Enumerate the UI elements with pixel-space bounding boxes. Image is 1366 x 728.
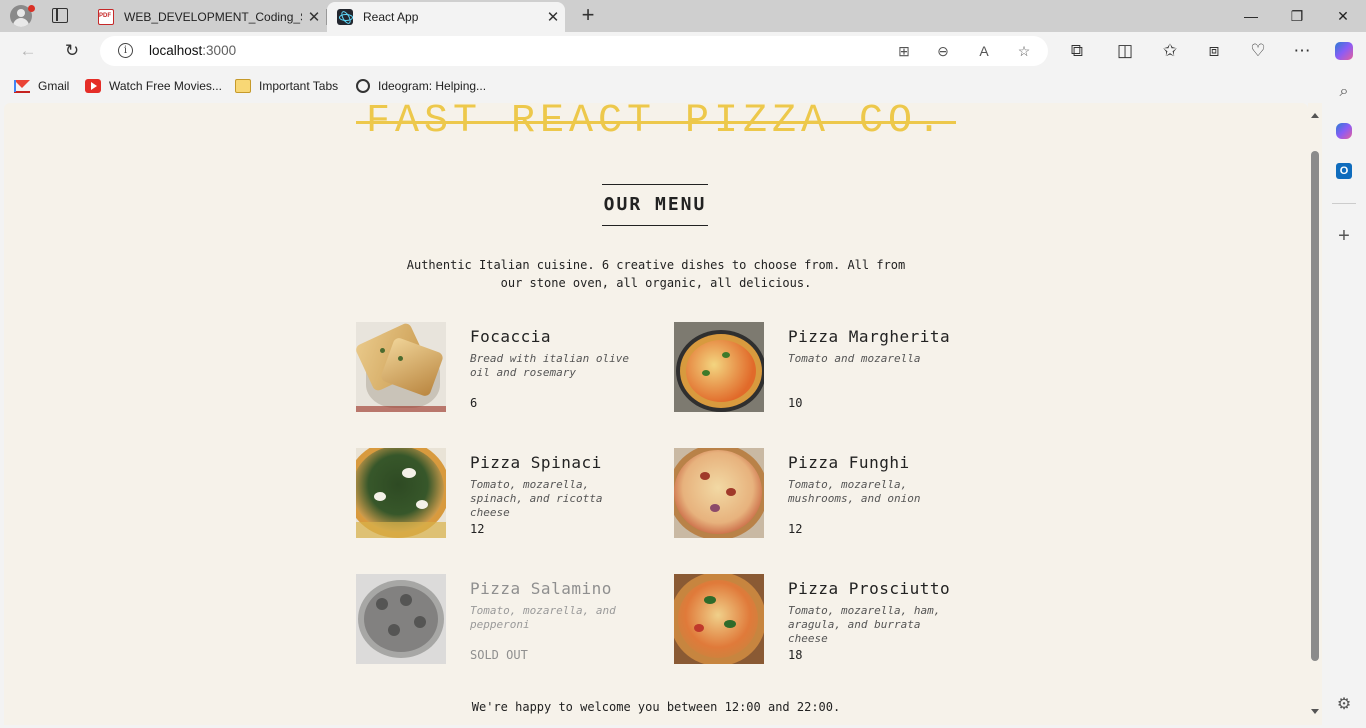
pizza-photo [356,448,446,538]
pizza-card-margherita: Pizza Margherita Tomato and mozarella 10 [674,322,974,412]
bookmark-label: Important Tabs [259,79,339,93]
bookmark-gmail[interactable]: Gmail [14,77,69,95]
browser-toolbar: ← ↻ i localhost:3000 ⊞ ⊖ A ☆ ⧉ ◫ ✩ ⧈ ♡ ⋯ [0,32,1366,70]
restore-button[interactable]: ❐ [1274,0,1320,32]
pizza-ingredients: Bread with italian olive oil and rosemar… [470,352,629,379]
favorite-star-icon[interactable]: ☆ [1012,40,1036,62]
more-options-icon[interactable]: ⋯ [1288,38,1316,64]
pizza-card-funghi: Pizza Funghi Tomato, mozarella, mushroom… [674,448,974,538]
pizza-ingredients: Tomato and mozarella [788,352,921,365]
pizza-photo [674,322,764,412]
opening-hours-footer: We're happy to welcome you between 12:00… [471,700,841,714]
page-scrollbar[interactable] [1308,103,1322,725]
close-tab-icon[interactable]: ✕ [541,8,565,26]
tab-actions-icon[interactable] [52,8,68,23]
split-screen-icon[interactable]: ◫ [1111,38,1139,64]
bookmark-ideogram[interactable]: Ideogram: Helping... [356,77,486,95]
pizza-card-salamino: Pizza Salamino Tomato, mozarella, and pe… [356,574,656,664]
pizza-name: Pizza Spinaci [470,453,602,472]
ideogram-icon [356,79,370,93]
tab-title: React App [363,10,419,24]
pizza-card-focaccia: Focaccia Bread with italian olive oil an… [356,322,656,412]
url-text[interactable]: localhost:3000 [149,43,236,58]
add-sidebar-app-icon[interactable]: + [1334,226,1354,246]
pizza-photo [674,574,764,664]
new-tab-button[interactable]: + [576,4,600,28]
settings-gear-icon[interactable]: ⚙ [1334,695,1354,715]
sold-out-label: SOLD OUT [470,648,528,662]
favorites-icon[interactable]: ✩ [1156,38,1184,64]
pizza-price: 10 [788,396,803,410]
bookmark-important-tabs[interactable]: Important Tabs [235,77,338,95]
collections-icon[interactable]: ⧈ [1200,38,1228,64]
bookmarks-bar: Gmail Watch Free Movies... Important Tab… [0,70,1366,102]
site-info-icon[interactable]: i [118,43,133,58]
back-button[interactable]: ← [14,38,42,64]
read-aloud-icon[interactable]: A [972,40,996,62]
gmail-icon [14,79,30,93]
extensions-icon[interactable]: ⧉ [1063,38,1091,64]
copilot-icon[interactable] [1330,38,1358,64]
menu-heading: Our Menu [602,184,708,226]
copilot-sidebar-icon[interactable] [1336,123,1352,139]
bookmark-watch-free-movies[interactable]: Watch Free Movies... [85,77,222,95]
scroll-up-arrow-icon[interactable] [1311,113,1319,118]
pizza-price: 12 [788,522,803,536]
pizza-name: Pizza Funghi [788,453,910,472]
pizza-name: Pizza Prosciutto [788,579,951,598]
react-icon [337,9,353,25]
pizza-price: 12 [470,522,485,536]
pizza-photo [356,322,446,412]
minimize-button[interactable]: — [1228,0,1274,32]
pdf-icon [98,9,114,25]
pizza-photo [674,448,764,538]
page-viewport: Fast React Pizza Co. Our Menu Authentic … [4,103,1308,725]
pizza-price: 6 [470,396,478,410]
pizza-ingredients: Tomato, mozarella, mushrooms, and onion [788,478,921,505]
browser-essentials-icon[interactable]: ♡ [1244,38,1272,64]
brand-title: Fast React Pizza Co. [365,103,947,144]
site-header: Fast React Pizza Co. [356,103,956,147]
pizza-price: 18 [788,648,803,662]
sidebar-divider [1332,203,1356,204]
zoom-out-icon[interactable]: ⊖ [931,40,955,62]
pizza-name: Pizza Margherita [788,327,951,346]
close-tab-icon[interactable]: ✕ [302,8,326,26]
scrollbar-thumb[interactable] [1311,151,1319,661]
url-port: :3000 [202,43,237,58]
tab-strip: WEB_DEVELOPMENT_Coding_SA ✕ React App ✕ … [0,0,1366,32]
search-icon[interactable]: ⌕ [1334,82,1354,102]
pizza-name: Pizza Salamino [470,579,612,598]
pizza-name: Focaccia [470,327,552,346]
edge-sidebar: ⌕ O + ⚙ [1322,70,1366,728]
youtube-icon [85,79,101,93]
bookmark-label: Watch Free Movies... [109,79,222,93]
bookmark-label: Ideogram: Helping... [378,79,487,93]
outlook-icon[interactable]: O [1336,163,1352,179]
pizza-ingredients: Tomato, mozarella, spinach, and ricotta … [470,478,603,519]
pizza-ingredients: Tomato, mozarella, ham, aragula, and bur… [788,604,941,645]
url-host: localhost [149,43,203,58]
tab-title: WEB_DEVELOPMENT_Coding_SA [124,10,302,24]
pizza-card-spinaci: Pizza Spinaci Tomato, mozarella, spinach… [356,448,656,538]
refresh-button[interactable]: ↻ [58,38,86,64]
pizza-ingredients: Tomato, mozarella, and pepperoni [470,604,616,631]
tab-react-app[interactable]: React App ✕ [327,2,565,32]
notification-dot [28,5,35,12]
menu-intro: Authentic Italian cuisine. 6 creative di… [406,258,906,290]
folder-icon [235,79,251,93]
tab-web-development[interactable]: WEB_DEVELOPMENT_Coding_SA ✕ [88,2,327,32]
pizza-photo [356,574,446,664]
address-bar[interactable]: i localhost:3000 ⊞ ⊖ A ☆ [100,36,1048,66]
close-window-button[interactable]: ✕ [1320,0,1366,32]
pizza-card-prosciutto: Pizza Prosciutto Tomato, mozarella, ham,… [674,574,974,664]
bookmark-label: Gmail [38,79,70,93]
scroll-down-arrow-icon[interactable] [1311,709,1319,714]
app-available-icon[interactable]: ⊞ [892,40,916,62]
